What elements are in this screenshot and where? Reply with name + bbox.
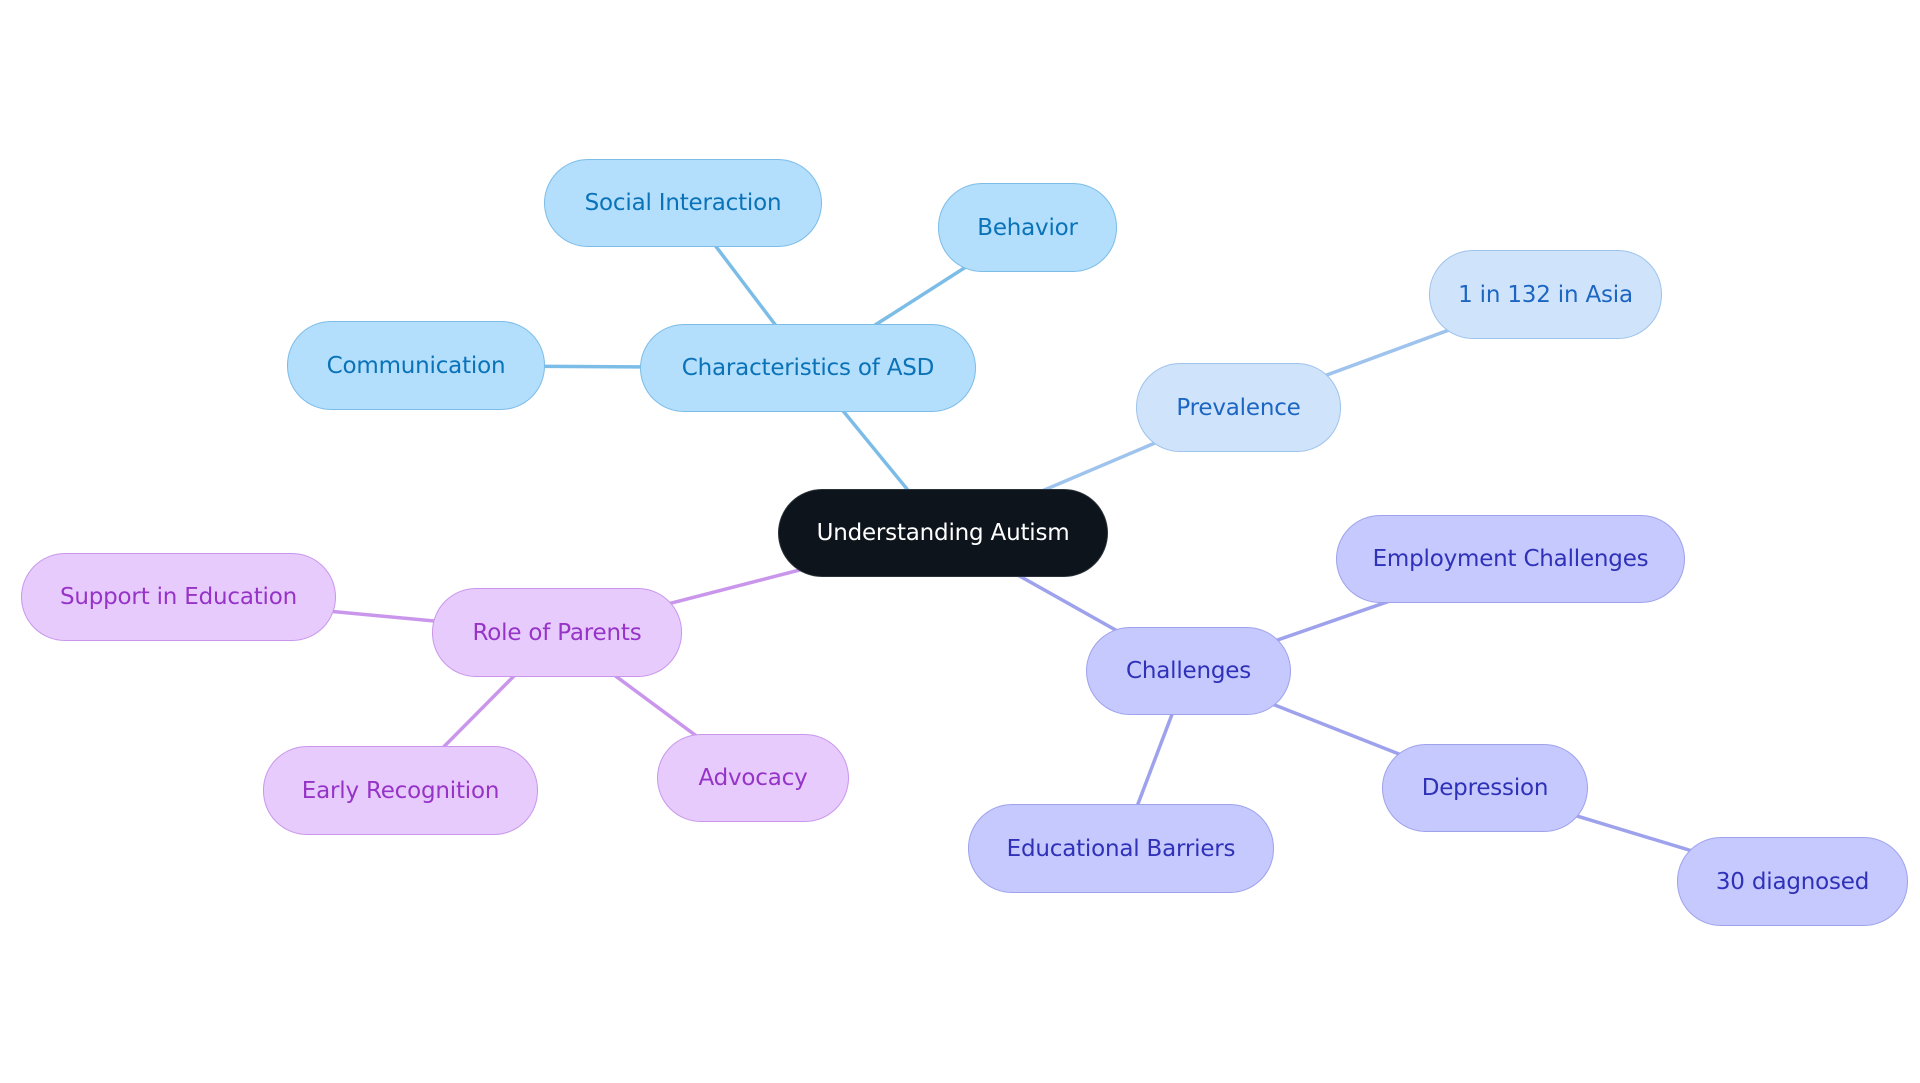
- node-support-in-education[interactable]: Support in Education: [21, 553, 336, 641]
- node-educational-barriers[interactable]: Educational Barriers: [968, 804, 1274, 893]
- node-characteristics-of-asd[interactable]: Characteristics of ASD: [640, 324, 976, 412]
- node-challenges[interactable]: Challenges: [1086, 627, 1291, 715]
- node-depression[interactable]: Depression: [1382, 744, 1588, 832]
- node-communication[interactable]: Communication: [287, 321, 545, 410]
- node-role-of-parents[interactable]: Role of Parents: [432, 588, 682, 677]
- root-node-understanding-autism[interactable]: Understanding Autism: [778, 489, 1108, 577]
- node-prevalence[interactable]: Prevalence: [1136, 363, 1341, 452]
- node-1-in-132-in-asia[interactable]: 1 in 132 in Asia: [1429, 250, 1662, 339]
- node-employment-challenges[interactable]: Employment Challenges: [1336, 515, 1685, 603]
- node-30-diagnosed[interactable]: 30 diagnosed: [1677, 837, 1908, 926]
- node-behavior[interactable]: Behavior: [938, 183, 1117, 272]
- node-advocacy[interactable]: Advocacy: [657, 734, 849, 822]
- node-social-interaction[interactable]: Social Interaction: [544, 159, 822, 247]
- node-early-recognition[interactable]: Early Recognition: [263, 746, 538, 835]
